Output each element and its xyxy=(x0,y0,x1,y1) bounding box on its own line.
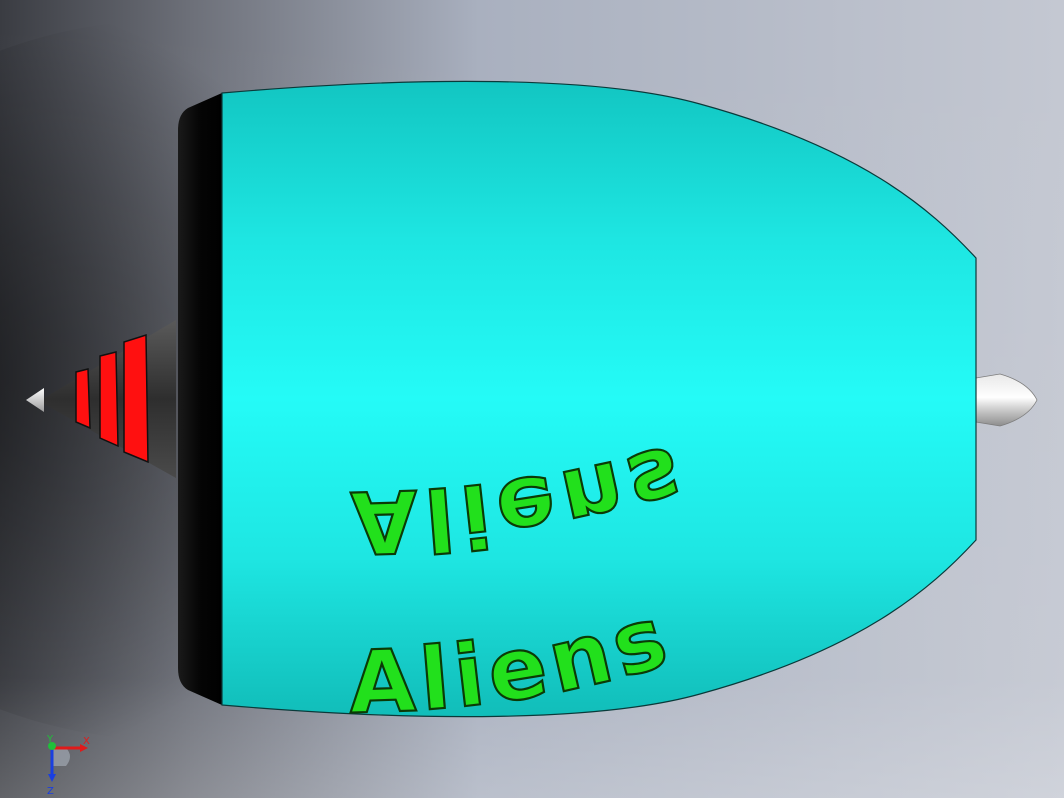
nose-cone-stripe xyxy=(75,368,91,430)
nose-cone-stripe xyxy=(99,351,119,448)
nose-cone-stripe xyxy=(123,333,149,464)
triad-x-label: X xyxy=(83,736,90,747)
triad-plane xyxy=(52,748,70,766)
triad-z-label: Z xyxy=(47,786,54,797)
triad-y-label: Y xyxy=(46,734,54,745)
cad-viewport[interactable]: Aliens Aliens X Y Z xyxy=(0,0,1064,798)
end-cap xyxy=(178,93,222,705)
